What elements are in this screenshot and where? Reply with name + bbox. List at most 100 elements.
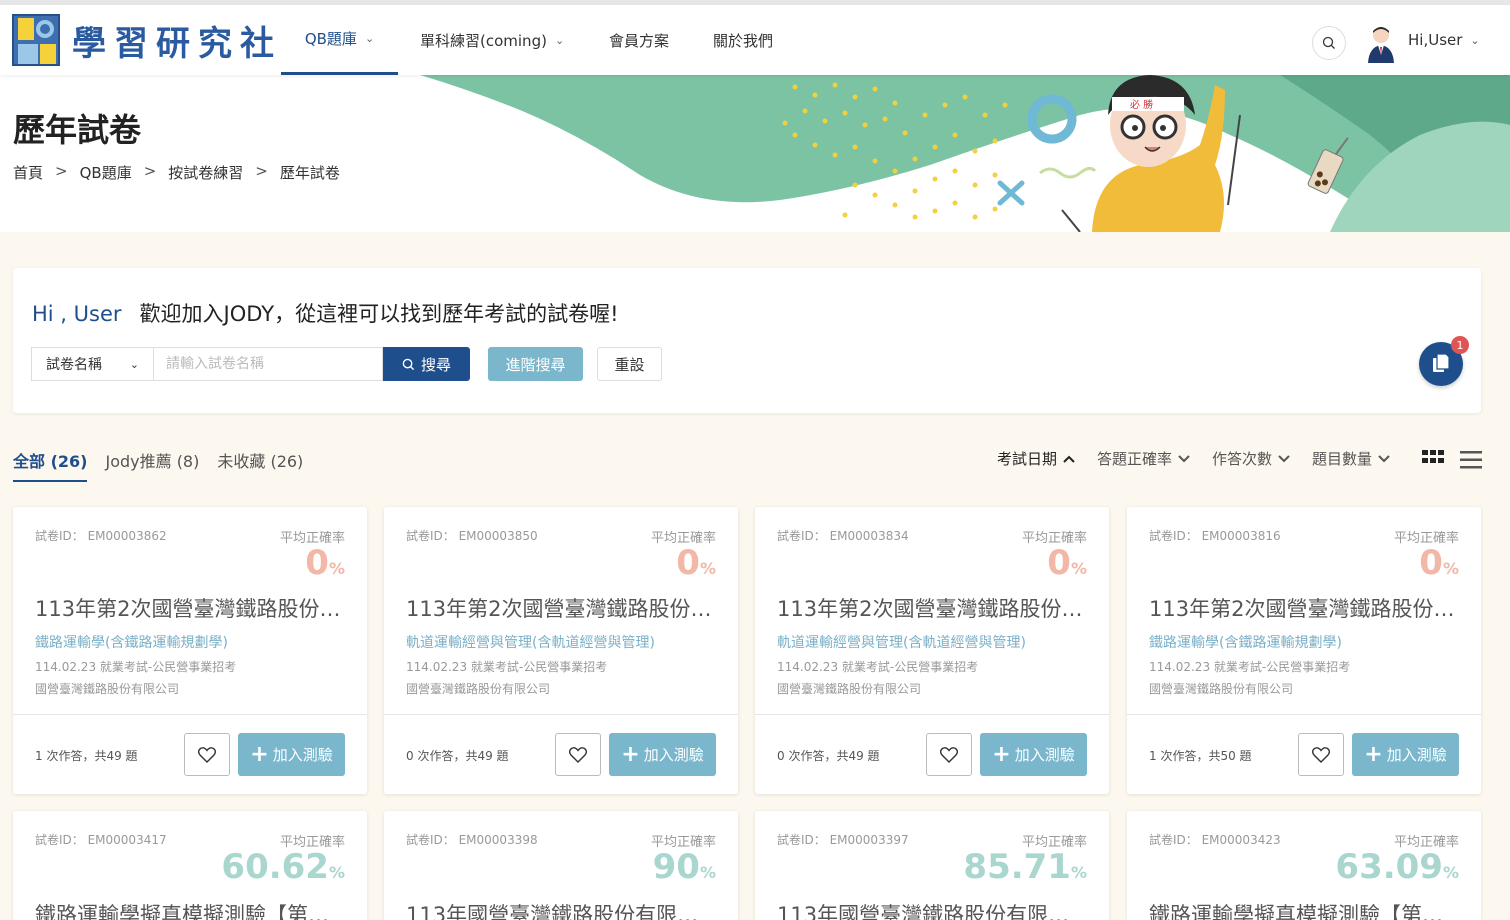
sort-label: 題目數量 (1312, 450, 1373, 468)
exam-id: 試卷ID： EM00003862 (35, 529, 167, 543)
accuracy-rate: 0% (676, 543, 716, 583)
document-copy-icon (1433, 353, 1450, 372)
user-menu[interactable]: Hi,User ⌄ (1408, 5, 1480, 75)
exam-card[interactable]: 試卷ID： EM00003834 平均正確率 0% 113年第2次國營臺灣鐵路股… (755, 507, 1109, 794)
exam-cart-button[interactable]: 1 (1419, 336, 1469, 386)
nav-membership[interactable]: 會員方案 (609, 5, 669, 75)
exam-organization: 國營臺灣鐵路股份有限公司 (1149, 682, 1294, 696)
add-to-test-button[interactable]: + 加入測驗 (609, 733, 716, 776)
cart-count-badge: 1 (1451, 336, 1469, 354)
favorite-button[interactable] (184, 733, 230, 776)
tab-not-favorited[interactable]: 未收藏 (26) (217, 448, 303, 482)
accuracy-rate: 63.09% (1335, 847, 1459, 887)
accuracy-rate: 60.62% (221, 847, 345, 887)
breadcrumb-qb[interactable]: QB題庫 (80, 162, 132, 183)
exam-title[interactable]: 113年第2次國營臺灣鐵路股份有限公司 (35, 593, 345, 623)
add-to-test-button[interactable]: + 加入測驗 (980, 733, 1087, 776)
page-banner: 必 勝 (0, 75, 1510, 232)
nav-qb-bank[interactable]: QB題庫 ⌄ (281, 5, 398, 75)
sort-accuracy[interactable]: 答題正確率 (1097, 448, 1190, 469)
rate-value: 0 (676, 543, 700, 583)
exam-title[interactable]: 鐵路運輸學擬真模擬測驗【第一回】 (1149, 899, 1459, 920)
add-label: 加入測驗 (1014, 746, 1075, 764)
favorite-button[interactable] (1298, 733, 1344, 776)
card-divider (13, 714, 367, 715)
breadcrumb-practice[interactable]: 按試卷練習 (168, 162, 243, 183)
rate-unit: % (699, 863, 716, 882)
rate-unit: % (328, 863, 345, 882)
rate-value: 63.09 (1335, 847, 1443, 887)
exam-card[interactable]: 試卷ID： EM00003423 平均正確率 63.09% 鐵路運輸學擬真模擬測… (1127, 811, 1481, 920)
exam-id: 試卷ID： EM00003816 (1149, 529, 1281, 543)
nav-about[interactable]: 關於我們 (713, 5, 773, 75)
chevron-up-icon (1063, 455, 1075, 463)
rate-unit: % (1070, 559, 1087, 578)
tab-jody-recommended[interactable]: Jody推薦 (8) (105, 448, 199, 482)
reset-button[interactable]: 重設 (597, 347, 662, 381)
chevron-down-icon: ⌄ (129, 357, 139, 371)
add-label: 加入測驗 (643, 746, 704, 764)
exam-organization: 國營臺灣鐵路股份有限公司 (777, 682, 922, 696)
add-label: 加入測驗 (272, 746, 333, 764)
add-to-test-button[interactable]: + 加入測驗 (1352, 733, 1459, 776)
card-divider (1127, 714, 1481, 715)
exam-title[interactable]: 113年第2次國營臺灣鐵路股份有限公司 (406, 593, 716, 623)
list-view-icon[interactable] (1460, 450, 1482, 470)
tab-all[interactable]: 全部 (26) (13, 448, 88, 482)
advanced-search-button[interactable]: 進階搜尋 (488, 347, 583, 381)
add-to-test-button[interactable]: + 加入測驗 (238, 733, 345, 776)
exam-title[interactable]: 113年第2次國營臺灣鐵路股份有限公司 (1149, 593, 1459, 623)
sort-attempts[interactable]: 作答次數 (1212, 448, 1290, 469)
exam-card[interactable]: 試卷ID： EM00003862 平均正確率 0% 113年第2次國營臺灣鐵路股… (13, 507, 367, 794)
rate-value: 0 (305, 543, 329, 583)
rate-unit: % (328, 559, 345, 578)
nav-label: 單科練習(coming) (420, 31, 547, 50)
exam-title[interactable]: 113年第2次國營臺灣鐵路股份有限公司 (777, 593, 1087, 623)
sort-exam-date[interactable]: 考試日期 (997, 448, 1075, 469)
exam-card[interactable]: 試卷ID： EM00003398 平均正確率 90% 113年國營臺灣鐵路股份有… (384, 811, 738, 920)
exam-id: 試卷ID： EM00003398 (406, 833, 538, 847)
breadcrumb-home[interactable]: 首頁 (13, 162, 43, 183)
welcome-message: Hi , User 歡迎加入JODY，從這裡可以找到歷年考試的試卷喔! (32, 298, 619, 328)
exam-title[interactable]: 113年國營臺灣鐵路股份有限公司 (406, 899, 716, 920)
search-submit-button[interactable]: 搜尋 (383, 347, 470, 381)
exam-stats: 0 次作答，共49 題 (777, 749, 880, 763)
exam-stats: 0 次作答，共49 題 (406, 749, 509, 763)
chevron-down-icon (1378, 454, 1390, 462)
breadcrumb-separator: > (143, 162, 157, 180)
chevron-down-icon: ⌄ (364, 32, 375, 45)
exam-subject: 鐵路運輸學(含鐵路運輸規劃學) (1149, 635, 1342, 651)
exam-id: 試卷ID： EM00003423 (1149, 833, 1281, 847)
brand-logo[interactable]: 學習研究社 (12, 14, 282, 66)
exam-card[interactable]: 試卷ID： EM00003816 平均正確率 0% 113年第2次國營臺灣鐵路股… (1127, 507, 1481, 794)
plus-icon: + (1364, 742, 1383, 767)
exam-title[interactable]: 鐵路運輸學擬真模擬測驗【第一回】 (35, 899, 345, 920)
favorite-button[interactable] (926, 733, 972, 776)
rate-unit: % (699, 559, 716, 578)
avatar[interactable] (1365, 25, 1397, 63)
exam-date: 114.02.23 就業考試-公民營事業招考 (406, 660, 608, 674)
heart-icon (1312, 746, 1330, 763)
filter-tabs: 全部 (26) Jody推薦 (8) 未收藏 (26) (13, 448, 303, 482)
rate-value: 85.71 (963, 847, 1071, 887)
exam-card[interactable]: 試卷ID： EM00003850 平均正確率 0% 113年第2次國營臺灣鐵路股… (384, 507, 738, 794)
exam-card[interactable]: 試卷ID： EM00003397 平均正確率 85.71% 113年國營臺灣鐵路… (755, 811, 1109, 920)
svg-text:必 勝: 必 勝 (1130, 98, 1153, 111)
breadcrumb-separator: > (255, 162, 268, 180)
search-field-select[interactable]: 試卷名稱 ⌄ (31, 347, 153, 381)
heart-icon (198, 746, 216, 763)
select-value: 試卷名稱 (46, 357, 102, 373)
search-icon (402, 358, 415, 370)
exam-title[interactable]: 113年國營臺灣鐵路股份有限公司 (777, 899, 1087, 920)
search-button[interactable] (1312, 26, 1346, 60)
heart-icon (569, 746, 587, 763)
favorite-button[interactable] (555, 733, 601, 776)
exam-card[interactable]: 試卷ID： EM00003417 平均正確率 60.62% 鐵路運輸學擬真模擬測… (13, 811, 367, 920)
nav-single-subject[interactable]: 單科練習(coming) ⌄ (420, 5, 564, 75)
breadcrumb-separator: > (55, 162, 68, 180)
search-input[interactable] (153, 347, 383, 381)
rate-value: 60.62 (221, 847, 329, 887)
grid-view-icon[interactable] (1422, 450, 1444, 468)
nav-label: 關於我們 (713, 31, 774, 50)
sort-question-count[interactable]: 題目數量 (1312, 448, 1390, 469)
